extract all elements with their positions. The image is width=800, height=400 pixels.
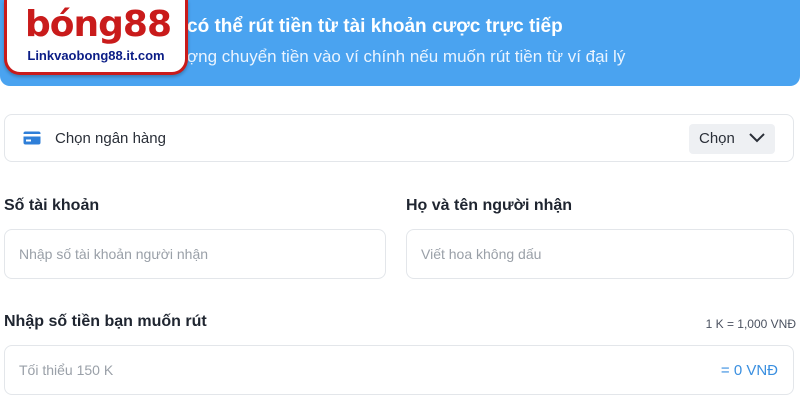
bank-card-icon [23, 131, 41, 145]
logo-url: Linkvaobong88.it.com [27, 48, 165, 63]
bank-choose-label: Chọn [699, 130, 735, 147]
recipient-name-label: Họ và tên người nhận [406, 197, 573, 214]
bank-select[interactable]: Chọn ngân hàng Chọn [4, 114, 794, 162]
recipient-name-input[interactable] [406, 229, 794, 279]
banner-subtitle: ợng chuyển tiền vào ví chính nếu muốn rú… [187, 47, 626, 66]
amount-input[interactable] [4, 345, 794, 395]
brand-logo: bóng88 Linkvaobong88.it.com [4, 0, 188, 75]
bank-choose-button[interactable]: Chọn [689, 124, 775, 154]
account-number-label: Số tài khoản [4, 197, 100, 214]
withdraw-form-page: có thể rút tiền từ tài khoản cược trực t… [0, 0, 800, 400]
bank-select-label: Chọn ngân hàng [55, 130, 166, 147]
exchange-rate-text: 1 K = 1,000 VNĐ [705, 317, 796, 331]
logo-wordmark: bóng88 [25, 4, 172, 45]
account-number-input[interactable] [4, 229, 386, 279]
chevron-down-icon [749, 133, 765, 143]
banner-title: có thể rút tiền từ tài khoản cược trực t… [187, 16, 563, 37]
amount-label: Nhập số tiền bạn muốn rút [4, 313, 207, 330]
converted-amount: = 0 VNĐ [720, 362, 778, 379]
